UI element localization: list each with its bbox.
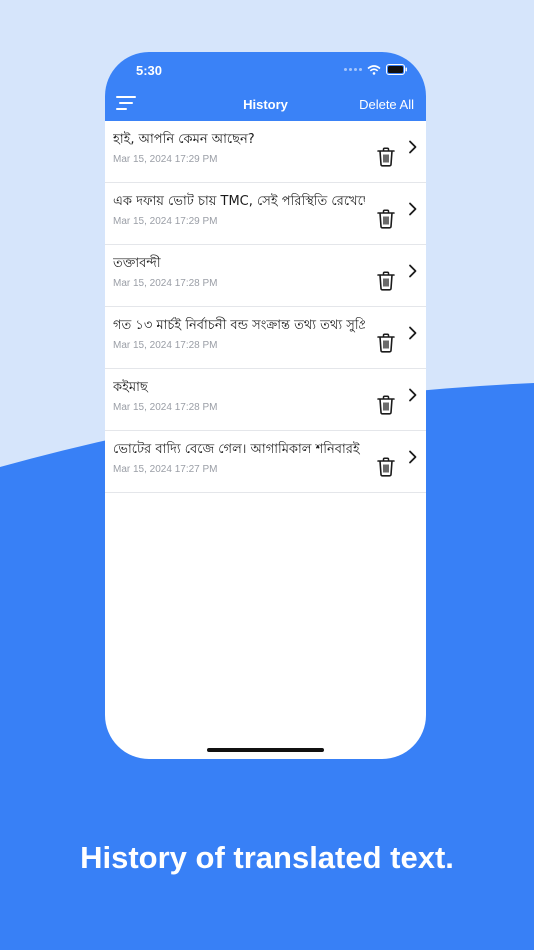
list-item[interactable]: কইমাছ Mar 15, 2024 17:28 PM [105,369,426,431]
history-text: তক্তাবন্দী [113,256,161,271]
trash-icon[interactable] [377,395,395,415]
history-date: Mar 15, 2024 17:29 PM [113,154,218,165]
list-item[interactable]: এক দফায় ভোট চায় TMC, সেই পরিস্থিতি রেখ… [105,183,426,245]
list-item[interactable]: তক্তাবন্দী Mar 15, 2024 17:28 PM [105,245,426,307]
history-text: এক দফায় ভোট চায় TMC, সেই পরিস্থিতি রেখ… [113,194,365,209]
trash-icon[interactable] [377,209,395,229]
status-time: 5:30 [136,63,163,78]
chevron-right-icon[interactable] [408,140,417,154]
history-text: ভোটের বাদ্যি বেজে গেল। আগামিকাল শনিবারই … [113,442,365,457]
history-date: Mar 15, 2024 17:28 PM [113,340,218,351]
trash-icon[interactable] [377,147,395,167]
battery-icon [386,64,407,75]
history-list: হাই, আপনি কেমন আছেন? Mar 15, 2024 17:29 P… [105,121,426,493]
history-text: হাই, আপনি কেমন আছেন? [113,132,255,147]
list-item[interactable]: গত ১৩ মার্চই নির্বাচনী বন্ড সংক্রান্ত তথ… [105,307,426,369]
chevron-right-icon[interactable] [408,388,417,402]
chevron-right-icon[interactable] [408,264,417,278]
trash-icon[interactable] [377,333,395,353]
list-item[interactable]: হাই, আপনি কেমন আছেন? Mar 15, 2024 17:29 P… [105,121,426,183]
chevron-right-icon[interactable] [408,326,417,340]
chevron-right-icon[interactable] [408,450,417,464]
signal-icon [344,68,362,71]
history-date: Mar 15, 2024 17:28 PM [113,278,218,289]
history-text: গত ১৩ মার্চই নির্বাচনী বন্ড সংক্রান্ত তথ… [113,318,365,333]
delete-all-button[interactable]: Delete All [359,97,414,112]
phone-screen: 5:30 History Delete All হাই, আপনি কেমন আ… [105,52,426,759]
history-date: Mar 15, 2024 17:28 PM [113,402,218,413]
history-date: Mar 15, 2024 17:27 PM [113,464,218,475]
wifi-icon [367,64,381,75]
chevron-right-icon[interactable] [408,202,417,216]
status-icons [344,64,408,75]
home-indicator [207,748,324,752]
caption: History of translated text. [80,840,454,875]
trash-icon[interactable] [377,457,395,477]
trash-icon[interactable] [377,271,395,291]
app-header: 5:30 History Delete All [105,52,426,121]
history-text: কইমাছ [113,380,148,395]
history-date: Mar 15, 2024 17:29 PM [113,216,218,227]
list-item[interactable]: ভোটের বাদ্যি বেজে গেল। আগামিকাল শনিবারই … [105,431,426,493]
